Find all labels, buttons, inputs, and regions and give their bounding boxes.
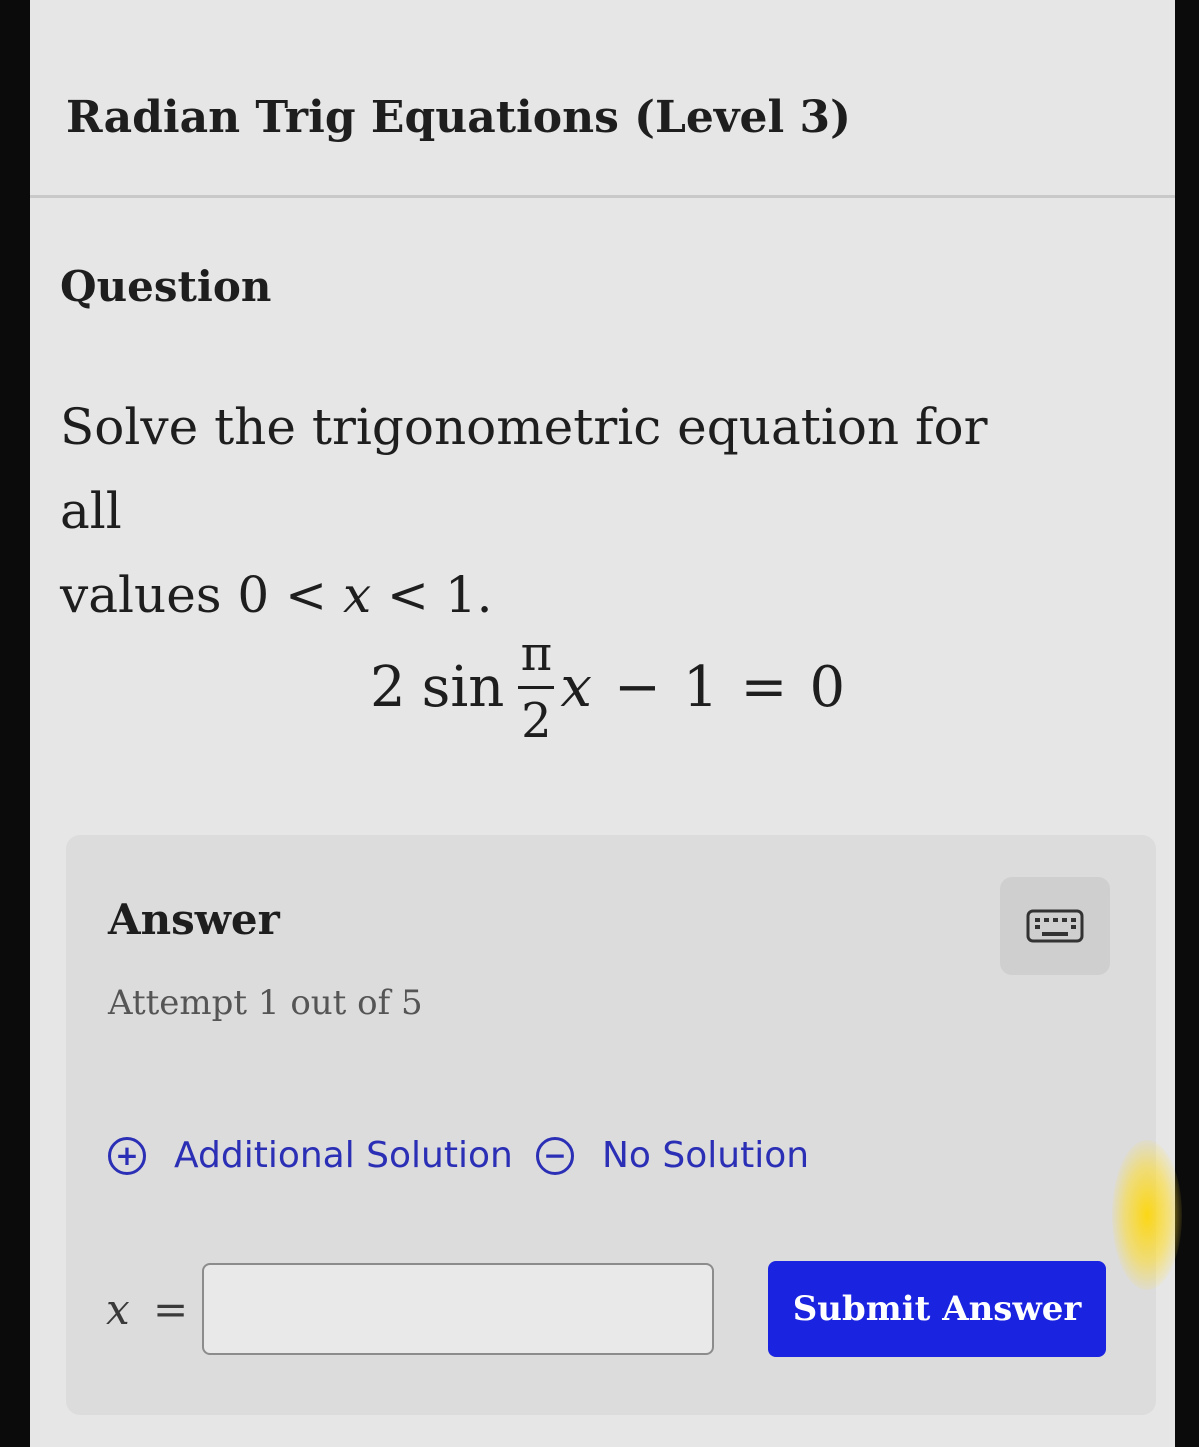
fraction-denominator: 2 <box>521 692 552 749</box>
header-divider <box>30 195 1175 198</box>
answer-variable-label: x = <box>106 1285 188 1334</box>
page-title: Radian Trig Equations (Level 3) <box>66 92 851 143</box>
answer-equals: = <box>153 1285 189 1334</box>
fraction-numerator: π <box>520 625 553 682</box>
additional-solution-button[interactable]: + Additional Solution <box>108 1135 513 1176</box>
answer-var: x <box>106 1285 130 1334</box>
equation: 2 sin π 2 x − 1 = 0 <box>370 612 845 762</box>
question-heading: Question <box>60 262 272 311</box>
keyboard-toggle-button[interactable] <box>1000 877 1110 975</box>
constraint-left: 0 <box>237 566 270 624</box>
constraint-lt-1: < <box>285 566 328 624</box>
keyboard-icon <box>1026 909 1084 943</box>
equation-equals: = <box>740 654 788 720</box>
prompt-line-1: Solve the trigonometric equation for all <box>60 398 988 540</box>
fraction-bar <box>518 685 555 689</box>
prompt-line-2-prefix: values <box>60 566 238 624</box>
constraint-var: x <box>342 566 372 624</box>
attempt-counter: Attempt 1 out of 5 <box>108 983 423 1023</box>
screen: Radian Trig Equations (Level 3) Question… <box>30 0 1175 1447</box>
equation-coef: 2 <box>370 654 406 720</box>
equation-var: x <box>560 654 592 720</box>
equation-rhs: 0 <box>809 654 846 720</box>
equation-fraction: π 2 <box>518 625 555 749</box>
equation-const: 1 <box>682 654 719 720</box>
answer-input[interactable] <box>202 1263 714 1355</box>
answer-panel: Answer Attempt 1 out of 5 + Additional S… <box>66 835 1156 1415</box>
equation-minus: − <box>613 654 661 720</box>
equation-func: sin <box>421 654 505 720</box>
additional-solution-label: Additional Solution <box>174 1135 513 1176</box>
no-solution-label: No Solution <box>602 1135 810 1176</box>
plus-circle-icon: + <box>108 1136 146 1175</box>
light-glare <box>1112 1140 1182 1290</box>
answer-heading: Answer <box>108 895 280 944</box>
question-prompt: Solve the trigonometric equation for all… <box>60 385 1060 637</box>
submit-answer-button[interactable]: Submit Answer <box>768 1261 1106 1357</box>
no-solution-button[interactable]: − No Solution <box>536 1135 809 1176</box>
minus-circle-icon: − <box>536 1136 574 1175</box>
